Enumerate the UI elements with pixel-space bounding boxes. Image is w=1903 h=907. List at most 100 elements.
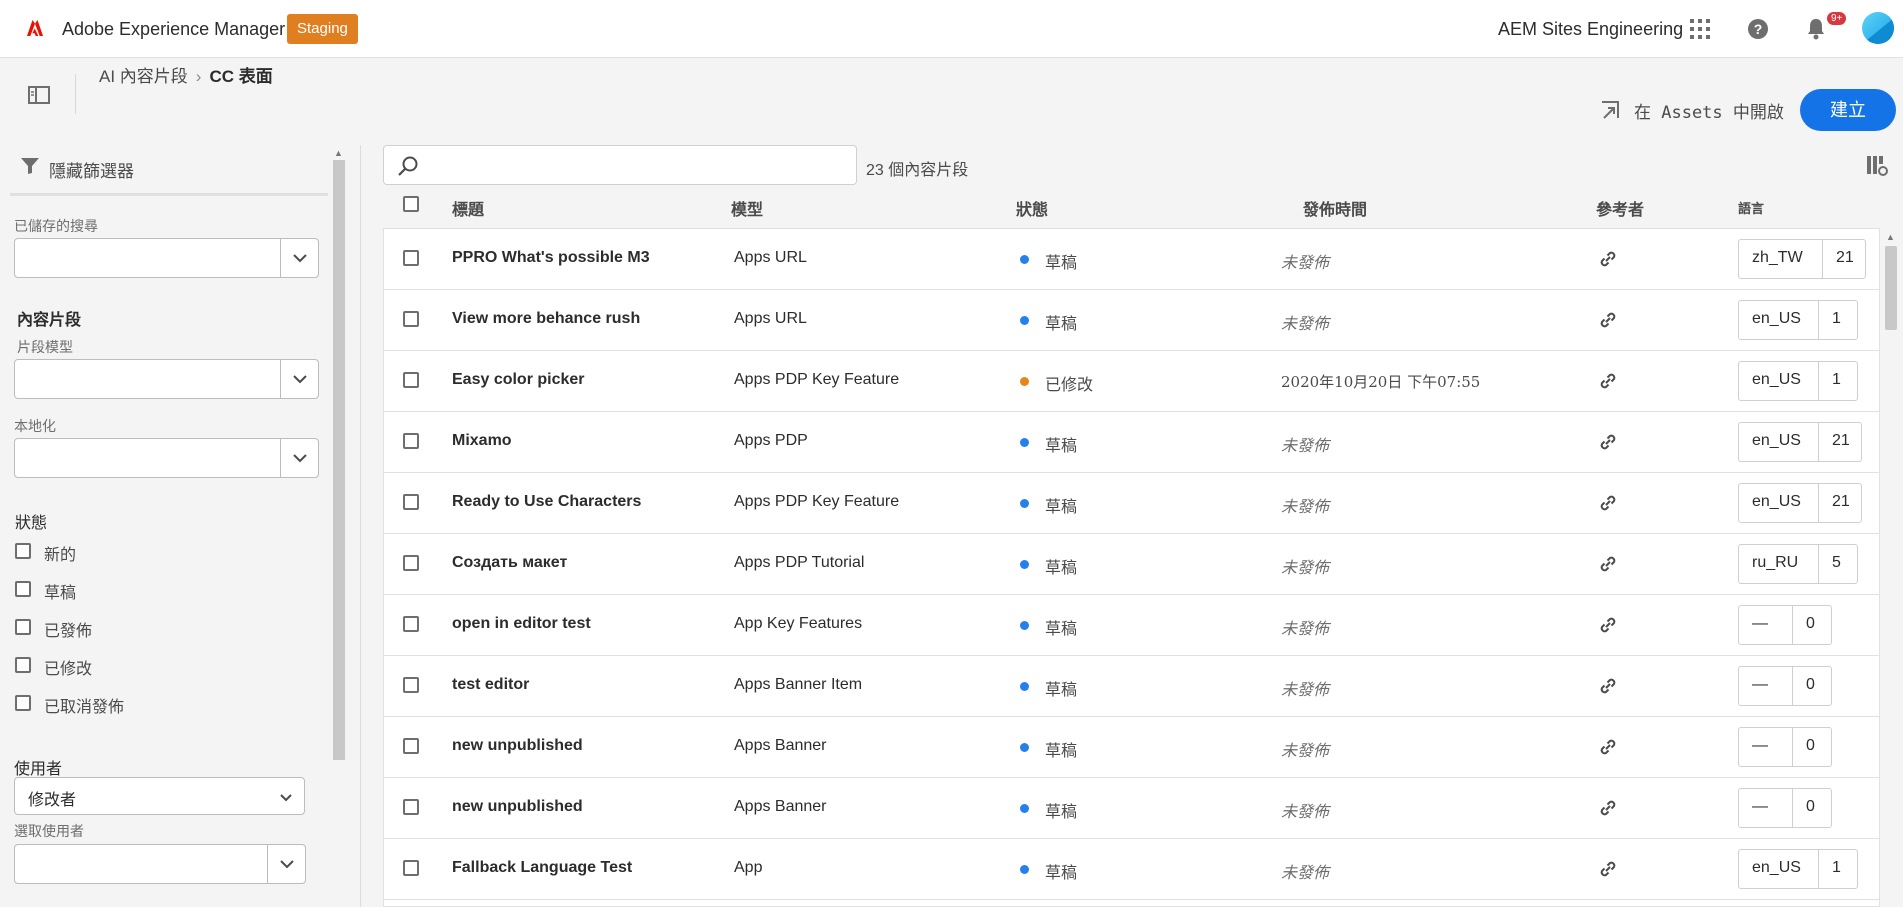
language-count[interactable]: 0 bbox=[1806, 798, 1815, 816]
filter-icon[interactable] bbox=[20, 157, 40, 175]
fragment-model-combo[interactable] bbox=[14, 359, 319, 399]
row-title[interactable]: View more behance rush bbox=[452, 310, 640, 328]
rail-scrollbar[interactable] bbox=[333, 160, 345, 760]
language-code[interactable]: — bbox=[1752, 615, 1768, 633]
references-link-icon[interactable] bbox=[1597, 431, 1619, 453]
references-link-icon[interactable] bbox=[1597, 248, 1619, 270]
row-checkbox[interactable] bbox=[403, 372, 419, 388]
org-switcher[interactable]: AEM Sites Engineering bbox=[1498, 19, 1683, 40]
language-count[interactable]: 0 bbox=[1806, 615, 1815, 633]
select-all-checkbox[interactable] bbox=[403, 196, 419, 212]
row-title[interactable]: Fallback Language Test bbox=[452, 859, 632, 877]
saved-search-dropdown-button[interactable] bbox=[280, 239, 318, 277]
column-header-title[interactable]: 標題 bbox=[452, 196, 484, 220]
language-count[interactable]: 1 bbox=[1832, 310, 1841, 328]
language-count[interactable]: 1 bbox=[1832, 859, 1841, 877]
open-in-assets-button[interactable]: 在 Assets 中開啟 bbox=[1634, 98, 1784, 123]
language-code[interactable]: zh_TW bbox=[1752, 249, 1803, 267]
bell-icon[interactable] bbox=[1804, 17, 1828, 41]
language-count[interactable]: 0 bbox=[1806, 737, 1815, 755]
localization-dropdown-button[interactable] bbox=[280, 439, 318, 477]
choose-user-dropdown-button[interactable] bbox=[267, 845, 305, 883]
references-link-icon[interactable] bbox=[1597, 553, 1619, 575]
row-title[interactable]: Easy color picker bbox=[452, 371, 585, 389]
language-code[interactable]: ru_RU bbox=[1752, 554, 1798, 572]
status-draft-checkbox[interactable] bbox=[15, 581, 31, 597]
view-settings-icon[interactable] bbox=[1866, 155, 1888, 177]
choose-user-combo[interactable] bbox=[14, 844, 306, 884]
hide-filters-button[interactable]: 隱藏篩選器 bbox=[49, 157, 134, 182]
references-link-icon[interactable] bbox=[1597, 309, 1619, 331]
list-scroll-up-icon[interactable]: ▲ bbox=[1886, 232, 1895, 242]
row-title[interactable]: Ready to Use Characters bbox=[452, 493, 641, 511]
adobe-logo-icon[interactable] bbox=[26, 19, 44, 37]
status-published-checkbox[interactable] bbox=[15, 619, 31, 635]
table-row[interactable] bbox=[383, 534, 1880, 595]
language-count[interactable]: 21 bbox=[1832, 432, 1850, 450]
row-title[interactable]: PPRO What's possible M3 bbox=[452, 249, 650, 267]
column-header-language[interactable]: 語言 bbox=[1738, 198, 1764, 217]
table-row[interactable] bbox=[383, 778, 1880, 839]
row-checkbox[interactable] bbox=[403, 311, 419, 327]
references-link-icon[interactable] bbox=[1597, 614, 1619, 636]
row-checkbox[interactable] bbox=[403, 616, 419, 632]
table-row[interactable] bbox=[383, 351, 1880, 412]
references-link-icon[interactable] bbox=[1597, 858, 1619, 880]
row-title[interactable]: new unpublished bbox=[452, 798, 583, 816]
language-count[interactable]: 1 bbox=[1832, 371, 1841, 389]
open-external-icon[interactable] bbox=[1600, 98, 1622, 120]
language-count[interactable]: 21 bbox=[1832, 493, 1850, 511]
rail-toggle-icon[interactable] bbox=[28, 86, 50, 104]
status-modified-checkbox[interactable] bbox=[15, 657, 31, 673]
language-count[interactable]: 0 bbox=[1806, 676, 1815, 694]
row-checkbox[interactable] bbox=[403, 250, 419, 266]
fragment-model-dropdown-button[interactable] bbox=[280, 360, 318, 398]
table-row[interactable] bbox=[383, 656, 1880, 717]
status-new-checkbox[interactable] bbox=[15, 543, 31, 559]
references-link-icon[interactable] bbox=[1597, 736, 1619, 758]
row-title[interactable]: new unpublished bbox=[452, 737, 583, 755]
saved-search-combo[interactable] bbox=[14, 238, 319, 278]
row-checkbox[interactable] bbox=[403, 494, 419, 510]
table-row[interactable] bbox=[383, 717, 1880, 778]
language-code[interactable]: en_US bbox=[1752, 310, 1801, 328]
row-title[interactable]: Создать макет bbox=[452, 554, 567, 572]
language-code[interactable]: en_US bbox=[1752, 859, 1801, 877]
column-header-status[interactable]: 狀態 bbox=[1016, 196, 1048, 220]
table-row[interactable] bbox=[383, 595, 1880, 656]
language-code[interactable]: — bbox=[1752, 737, 1768, 755]
app-title[interactable]: Adobe Experience Manager bbox=[62, 19, 285, 40]
localization-combo[interactable] bbox=[14, 438, 319, 478]
row-checkbox[interactable] bbox=[403, 799, 419, 815]
rail-scroll-up-icon[interactable]: ▲ bbox=[334, 148, 343, 158]
row-title[interactable]: open in editor test bbox=[452, 615, 591, 633]
column-header-referenced-by[interactable]: 參考者 bbox=[1596, 196, 1644, 220]
search-input[interactable] bbox=[383, 145, 857, 185]
row-checkbox[interactable] bbox=[403, 738, 419, 754]
apps-grid-icon[interactable] bbox=[1688, 17, 1712, 41]
row-checkbox[interactable] bbox=[403, 433, 419, 449]
create-button[interactable]: 建立 bbox=[1800, 89, 1896, 131]
status-unpublished-checkbox[interactable] bbox=[15, 695, 31, 711]
list-scrollbar[interactable] bbox=[1885, 246, 1897, 330]
references-link-icon[interactable] bbox=[1597, 370, 1619, 392]
row-checkbox[interactable] bbox=[403, 677, 419, 693]
language-code[interactable]: en_US bbox=[1752, 371, 1801, 389]
column-header-published[interactable]: 發佈時間 bbox=[1303, 196, 1367, 220]
language-code[interactable]: en_US bbox=[1752, 493, 1801, 511]
row-checkbox[interactable] bbox=[403, 555, 419, 571]
table-row[interactable] bbox=[383, 412, 1880, 473]
language-count[interactable]: 21 bbox=[1836, 249, 1854, 267]
row-title[interactable]: test editor bbox=[452, 676, 529, 694]
breadcrumb-parent[interactable]: AI 內容片段 bbox=[99, 67, 188, 86]
help-icon[interactable]: ? bbox=[1746, 17, 1770, 41]
references-link-icon[interactable] bbox=[1597, 492, 1619, 514]
language-code[interactable]: — bbox=[1752, 798, 1768, 816]
language-code[interactable]: — bbox=[1752, 676, 1768, 694]
language-count[interactable]: 5 bbox=[1832, 554, 1841, 572]
references-link-icon[interactable] bbox=[1597, 797, 1619, 819]
row-title[interactable]: Mixamo bbox=[452, 432, 512, 450]
row-checkbox[interactable] bbox=[403, 860, 419, 876]
language-code[interactable]: en_US bbox=[1752, 432, 1801, 450]
references-link-icon[interactable] bbox=[1597, 675, 1619, 697]
